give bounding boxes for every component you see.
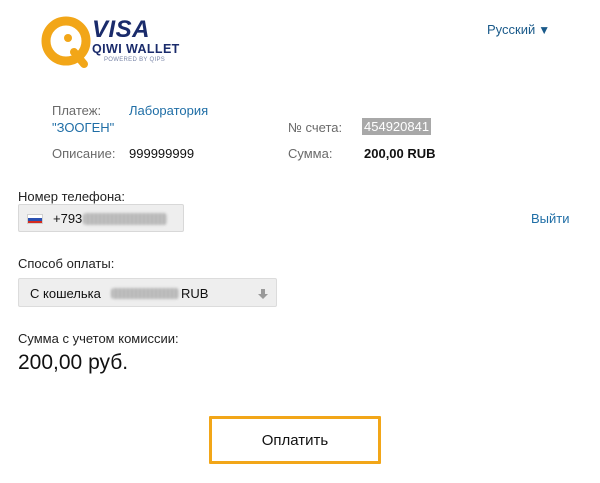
pay-button-label: Оплатить — [261, 432, 329, 449]
arrow-down-icon — [258, 289, 268, 299]
logo-powered-text: POWERED BY QIPS — [104, 57, 166, 63]
phone-redacted — [83, 213, 167, 225]
phone-field[interactable]: +793 — [18, 204, 184, 232]
pay-button[interactable]: Оплатить — [209, 416, 381, 464]
description-value: 999999999 — [129, 146, 195, 161]
payment-method-suffix: RUB — [181, 286, 209, 301]
total-value: 200,00 руб. — [18, 351, 129, 374]
logout-link[interactable]: Выйти — [531, 211, 570, 226]
phone-prefix: +793 — [53, 211, 83, 226]
russia-flag-icon — [27, 214, 43, 224]
language-selector[interactable]: Русский ▼ — [487, 22, 550, 37]
description-label: Описание: — [52, 146, 116, 161]
payee-name-line2: "ЗООГЕН" — [52, 120, 115, 135]
account-label: № счета: — [288, 120, 343, 135]
account-value: 454920841 — [362, 118, 432, 135]
logo-visa-text: VISA — [92, 16, 151, 43]
amount-label: Сумма: — [288, 146, 333, 161]
payment-method-label: Способ оплаты: — [18, 256, 115, 271]
language-label: Русский — [487, 22, 536, 37]
payee-name-line1: Лаборатория — [129, 103, 209, 118]
phone-label: Номер телефона: — [18, 189, 125, 204]
total-label: Сумма с учетом комиссии: — [18, 331, 179, 346]
logo-wallet-text: QIWI WALLET — [92, 42, 180, 56]
caret-down-icon: ▼ — [538, 23, 551, 37]
payee-label: Платеж: — [52, 103, 102, 118]
wallet-redacted — [111, 288, 179, 299]
payment-method-select[interactable]: С кошелька RUB — [18, 278, 277, 307]
payment-method-prefix: С кошелька — [30, 286, 101, 301]
amount-value: 200,00 RUB — [364, 146, 436, 161]
